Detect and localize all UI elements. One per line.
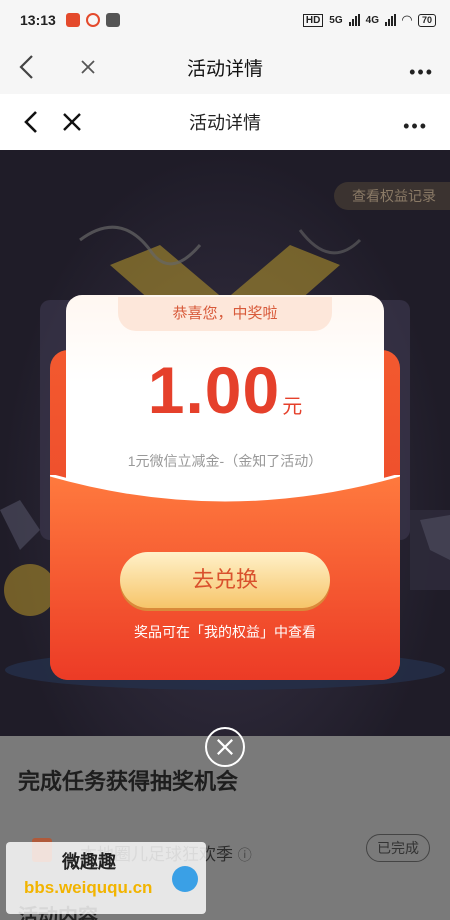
calendar-notification-icon bbox=[105, 13, 120, 27]
network-4g-label: 4G bbox=[365, 14, 379, 26]
prize-amount-unit: 元 bbox=[282, 396, 303, 418]
network-5g-label: 5G bbox=[329, 14, 343, 26]
watermark-logo: 微趣趣 bbs.weiququ.cn bbox=[6, 842, 206, 914]
prize-description: 1元微信立减金-（金知了活动） bbox=[127, 453, 323, 469]
app-notification-icon bbox=[65, 13, 80, 27]
close-icon[interactable] bbox=[78, 56, 98, 78]
inner-page-title: 活动详情 bbox=[189, 113, 261, 133]
battery-icon: 70 bbox=[417, 13, 436, 27]
outer-nav-bar: 活动详情 ••• bbox=[0, 40, 450, 94]
mascot-icon bbox=[172, 866, 198, 892]
prize-amount-value: 1.00 bbox=[147, 353, 281, 427]
inner-nav-bar: 活动详情 ••• bbox=[0, 94, 450, 150]
task-status-badge: 已完成 bbox=[366, 834, 430, 862]
congrats-banner: 恭喜您，中奖啦 bbox=[118, 297, 332, 331]
close-icon[interactable] bbox=[60, 110, 84, 134]
redeem-button[interactable]: 去兑换 bbox=[120, 552, 330, 608]
wifi-icon: ◠ bbox=[401, 12, 412, 27]
watermark-line2: bbs.weiququ.cn bbox=[24, 878, 153, 897]
view-records-link[interactable]: 查看权益记录 bbox=[334, 182, 450, 210]
more-menu-icon[interactable]: ••• bbox=[409, 62, 434, 83]
signal-icon-2 bbox=[384, 14, 396, 26]
back-icon[interactable] bbox=[14, 52, 40, 82]
watermark-line1: 微趣趣 bbox=[62, 852, 116, 872]
signal-icon-1 bbox=[348, 14, 360, 26]
prize-location-hint: 奖品可在「我的权益」中查看 bbox=[134, 624, 316, 640]
page-title: 活动详情 bbox=[186, 58, 263, 80]
hd-icon: HD bbox=[302, 13, 324, 27]
task-section-title: 完成任务获得抽奖机会 bbox=[18, 769, 239, 794]
back-icon[interactable] bbox=[20, 108, 44, 136]
close-dialog-icon[interactable] bbox=[205, 727, 245, 767]
status-bar: 13:13 HD 5G 4G ◠ 70 bbox=[0, 0, 450, 40]
status-right: HD 5G 4G ◠ 70 bbox=[302, 12, 436, 28]
info-icon[interactable]: ⓘ bbox=[238, 847, 252, 863]
status-time: 13:13 bbox=[20, 12, 56, 28]
more-menu-icon[interactable]: ••• bbox=[403, 116, 428, 137]
prize-amount: 1.00 元 bbox=[0, 352, 450, 428]
record-notification-icon bbox=[85, 13, 100, 27]
